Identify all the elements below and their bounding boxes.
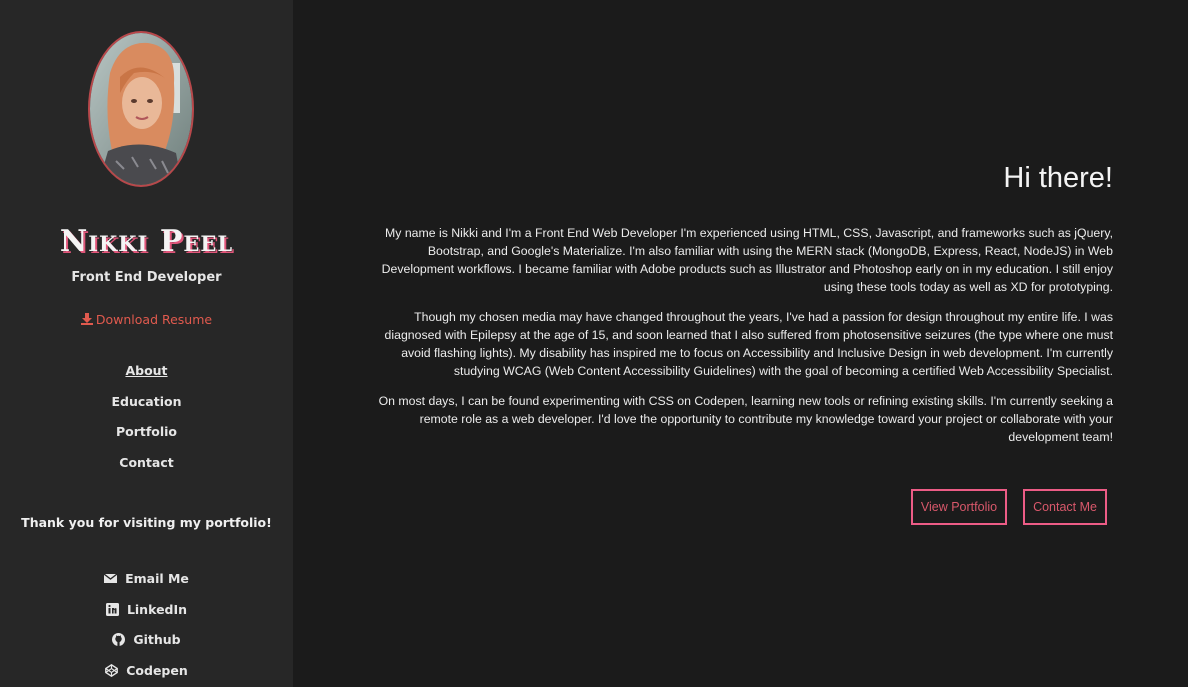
nav-item-about[interactable]: About [0, 362, 293, 393]
avatar [88, 31, 194, 187]
codepen-icon [105, 663, 119, 677]
social-link-github[interactable]: Github [0, 631, 293, 662]
about-bio: My name is Nikki and I'm a Front End Web… [373, 224, 1113, 458]
social-link-label: LinkedIn [126, 601, 188, 617]
page: Nikki Peel Front End Developer Download … [0, 0, 1188, 687]
social-links: Email Me LinkedIn Github Codepen [0, 570, 293, 687]
page-title: Hi there! [1003, 162, 1113, 194]
envelope-icon [103, 572, 118, 585]
nav-item-portfolio[interactable]: Portfolio [0, 423, 293, 454]
linkedin-icon [105, 602, 119, 616]
social-link-label: Github [133, 632, 181, 647]
github-icon [112, 633, 126, 646]
download-resume-link[interactable]: Download Resume [0, 312, 293, 328]
nav-item-label: Portfolio [115, 424, 178, 439]
download-icon [80, 313, 93, 328]
nav-item-label: About [125, 363, 168, 378]
social-link-email[interactable]: Email Me [0, 570, 293, 601]
nav-item-label: Education [111, 393, 182, 409]
profile-role: Front End Developer [71, 270, 222, 285]
social-link-label: Email Me [125, 571, 189, 586]
nav-item-label: Contact [119, 454, 174, 470]
action-buttons: View Portfolio Contact Me [910, 489, 1107, 525]
social-link-label: Codepen [126, 662, 188, 678]
bio-paragraph: Though my chosen media may have changed … [384, 310, 1113, 378]
main-content: Hi there! My name is Nikki and I'm a Fro… [293, 0, 1188, 687]
bio-paragraph: My name is Nikki and I'm a Front End Web… [381, 226, 1113, 294]
nav-item-contact[interactable]: Contact [0, 454, 293, 485]
bio-paragraph: On most days, I can be found experimenti… [378, 394, 1113, 444]
nav-item-education[interactable]: Education [0, 393, 293, 424]
sidebar: Nikki Peel Front End Developer Download … [0, 0, 293, 687]
social-link-linkedin[interactable]: LinkedIn [0, 601, 293, 632]
contact-me-button[interactable]: Contact Me [1023, 489, 1107, 525]
profile-name: Nikki Peel [59, 224, 234, 259]
sidebar-nav: About Education Portfolio Contact [0, 362, 293, 484]
download-resume-label: Download Resume [95, 312, 213, 327]
view-portfolio-button[interactable]: View Portfolio [910, 489, 1008, 525]
social-link-codepen[interactable]: Codepen [0, 662, 293, 687]
thanks-message: Thank you for visiting my portfolio! [21, 515, 272, 530]
